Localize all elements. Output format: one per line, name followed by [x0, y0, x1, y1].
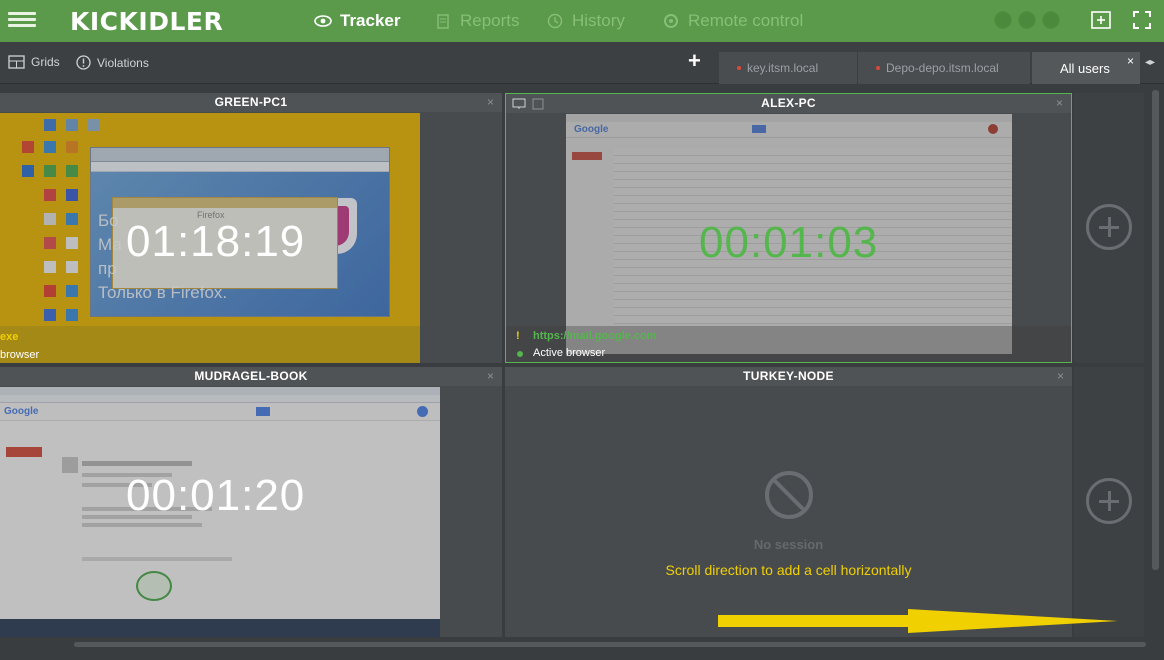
cell-title: TURKEY-NODE	[505, 367, 1072, 386]
no-session-icon	[763, 469, 815, 526]
nav-reports-label: Reports	[460, 11, 520, 30]
add-cell-slot[interactable]	[1074, 93, 1144, 363]
no-session-label: No session	[753, 537, 824, 552]
app-logo: KICKIDLER	[70, 7, 224, 36]
cell-mudragel-book[interactable]: MUDRAGEL-BOOK × Google 00:01:20	[0, 367, 502, 637]
remote-icon	[662, 12, 680, 30]
nav-history[interactable]: History	[546, 11, 625, 31]
session-timer: 00:01:03	[699, 218, 879, 267]
process-name: exe	[0, 331, 19, 343]
nav-remote-control-label: Remote control	[688, 11, 804, 30]
status-dot	[1018, 11, 1036, 29]
active-url: https://mail.google.com	[533, 330, 657, 342]
scroll-arrow-icon	[718, 609, 1118, 633]
status-dot	[994, 11, 1012, 29]
tab-label: All users	[1060, 60, 1110, 76]
status-dot	[1042, 11, 1060, 29]
grids-button[interactable]: Grids	[8, 55, 60, 69]
active-status: Active browser	[533, 347, 606, 359]
close-icon[interactable]: ×	[1057, 367, 1064, 386]
cell-title: ALEX-PC	[506, 94, 1071, 113]
cell-turkey-node[interactable]: TURKEY-NODE × No session Scroll directio…	[505, 367, 1072, 637]
history-icon	[546, 12, 564, 30]
session-timer: 01:18:19	[126, 217, 306, 266]
tab-label: Depo-depo.itsm.local	[886, 61, 999, 75]
window-icon[interactable]	[532, 97, 544, 115]
tab-key-itsm[interactable]: key.itsm.local	[719, 52, 857, 84]
add-tab-button[interactable]: +	[688, 50, 701, 72]
session-timer: 00:01:20	[126, 471, 306, 520]
vertical-scrollbar[interactable]	[1152, 90, 1159, 570]
tab-scroll-arrows-icon[interactable]: ◂▸	[1145, 57, 1155, 68]
monitor-icon[interactable]	[512, 97, 526, 115]
add-cell-icon[interactable]	[1086, 204, 1132, 250]
tab-status-dot	[876, 66, 880, 70]
violations-button[interactable]: Violations	[76, 55, 149, 70]
cell-title: MUDRAGEL-BOOK	[0, 367, 502, 386]
nav-tracker-label: Tracker	[340, 11, 401, 30]
horizontal-scrollbar[interactable]	[74, 642, 1146, 647]
status-dots	[994, 11, 1066, 29]
tab-depo-depo[interactable]: Depo-depo.itsm.local	[858, 52, 1030, 84]
tab-all-users[interactable]: All users ×	[1032, 52, 1140, 84]
grids-label: Grids	[31, 55, 60, 69]
active-status-dot	[517, 351, 523, 357]
nav-remote-control[interactable]: Remote control	[662, 11, 803, 31]
nav-history-label: History	[572, 11, 625, 30]
close-icon[interactable]: ×	[1056, 94, 1063, 113]
add-cell-icon[interactable]	[1086, 478, 1132, 524]
add-cell-slot[interactable]	[1074, 367, 1144, 637]
cell-alex-pc[interactable]: ALEX-PC × Google 00:01:03 ! https://mail…	[505, 93, 1072, 363]
nav-tracker[interactable]: Tracker	[314, 11, 401, 31]
fullscreen-icon[interactable]	[1131, 9, 1153, 31]
violations-label: Violations	[97, 55, 149, 70]
menu-icon[interactable]	[8, 9, 36, 33]
document-icon	[434, 12, 452, 30]
tab-status-dot	[737, 66, 741, 70]
scroll-hint: Scroll direction to add a cell horizonta…	[665, 562, 912, 578]
cell-green-pc1[interactable]: GREEN-PC1 × Firefox Бо Ма пр Только в Fi…	[0, 93, 502, 363]
grid-icon	[8, 55, 25, 69]
nav-reports[interactable]: Reports	[434, 11, 520, 31]
eye-icon	[314, 12, 332, 30]
url-warning-icon: !	[516, 330, 520, 342]
process-status: browser	[0, 349, 40, 361]
top-bar: KICKIDLER Tracker Reports History Remote…	[0, 0, 1164, 42]
tracker-grid: GREEN-PC1 × Firefox Бо Ма пр Только в Fi…	[0, 85, 1164, 660]
cell-title: GREEN-PC1	[0, 93, 502, 112]
add-folder-icon[interactable]	[1090, 9, 1112, 31]
alert-icon	[76, 55, 91, 70]
close-icon[interactable]: ×	[487, 93, 494, 112]
close-icon[interactable]: ×	[1127, 54, 1134, 68]
close-icon[interactable]: ×	[487, 367, 494, 386]
tab-label: key.itsm.local	[747, 61, 819, 75]
